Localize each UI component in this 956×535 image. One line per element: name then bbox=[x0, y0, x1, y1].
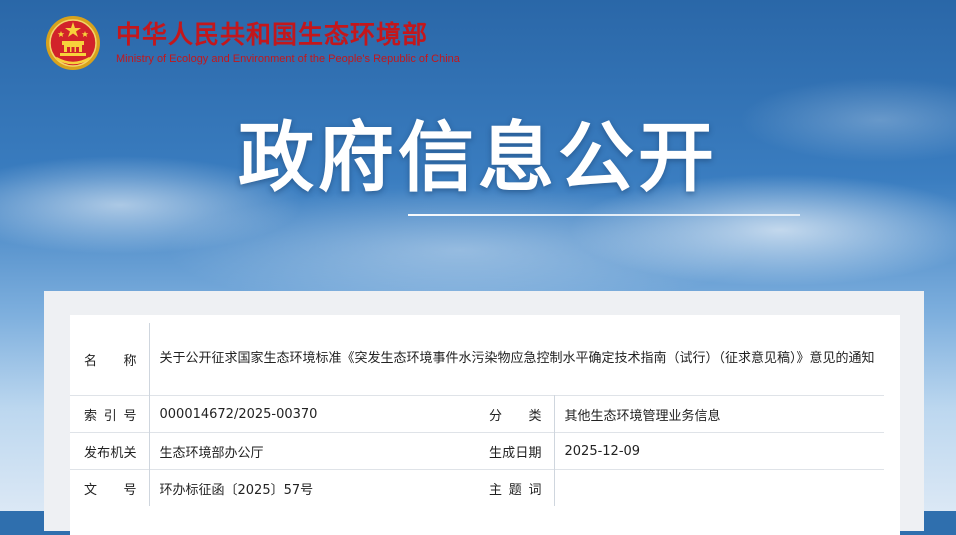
index-label: 索引号 bbox=[84, 408, 137, 424]
date-value: 2025-12-09 bbox=[553, 432, 885, 470]
topic-value bbox=[553, 469, 885, 506]
ministry-name-en[interactable]: Ministry of Ecology and Environment of t… bbox=[116, 52, 460, 66]
table-row: 文 号 环办标征函〔2025〕57号 主题词 bbox=[70, 469, 885, 506]
docno-value: 环办标征函〔2025〕57号 bbox=[148, 469, 475, 506]
category-label: 分 类 bbox=[489, 408, 542, 424]
date-label: 生成日期 bbox=[489, 445, 542, 461]
national-emblem-icon bbox=[46, 16, 100, 70]
issuer-label: 发布机关 bbox=[84, 445, 137, 461]
index-value: 000014672/2025-00370 bbox=[148, 395, 475, 433]
ministry-name-cn[interactable]: 中华人民共和国生态环境部 bbox=[116, 20, 460, 50]
title-underline bbox=[408, 214, 800, 216]
topic-label: 主题词 bbox=[489, 482, 542, 498]
name-value: 关于公开征求国家生态环境标准《突发生态环境事件水污染物应急控制水平确定技术指南（… bbox=[148, 323, 885, 396]
table-row: 发布机关 生态环境部办公厅 生成日期 2025-12-09 bbox=[70, 432, 885, 470]
site-header[interactable]: 中华人民共和国生态环境部 Ministry of Ecology and Env… bbox=[44, 12, 460, 74]
category-value: 其他生态环境管理业务信息 bbox=[553, 395, 885, 433]
docno-label: 文 号 bbox=[84, 482, 137, 498]
issuer-value: 生态环境部办公厅 bbox=[148, 432, 475, 470]
name-label: 名 称 bbox=[84, 353, 137, 369]
page-title: 政府信息公开 bbox=[238, 113, 718, 202]
document-info-table: 名 称 关于公开征求国家生态环境标准《突发生态环境事件水污染物应急控制水平确定技… bbox=[70, 323, 885, 506]
table-row: 索引号 000014672/2025-00370 分 类 其他生态环境管理业务信… bbox=[70, 395, 885, 433]
table-row: 名 称 关于公开征求国家生态环境标准《突发生态环境事件水污染物应急控制水平确定技… bbox=[70, 323, 885, 396]
